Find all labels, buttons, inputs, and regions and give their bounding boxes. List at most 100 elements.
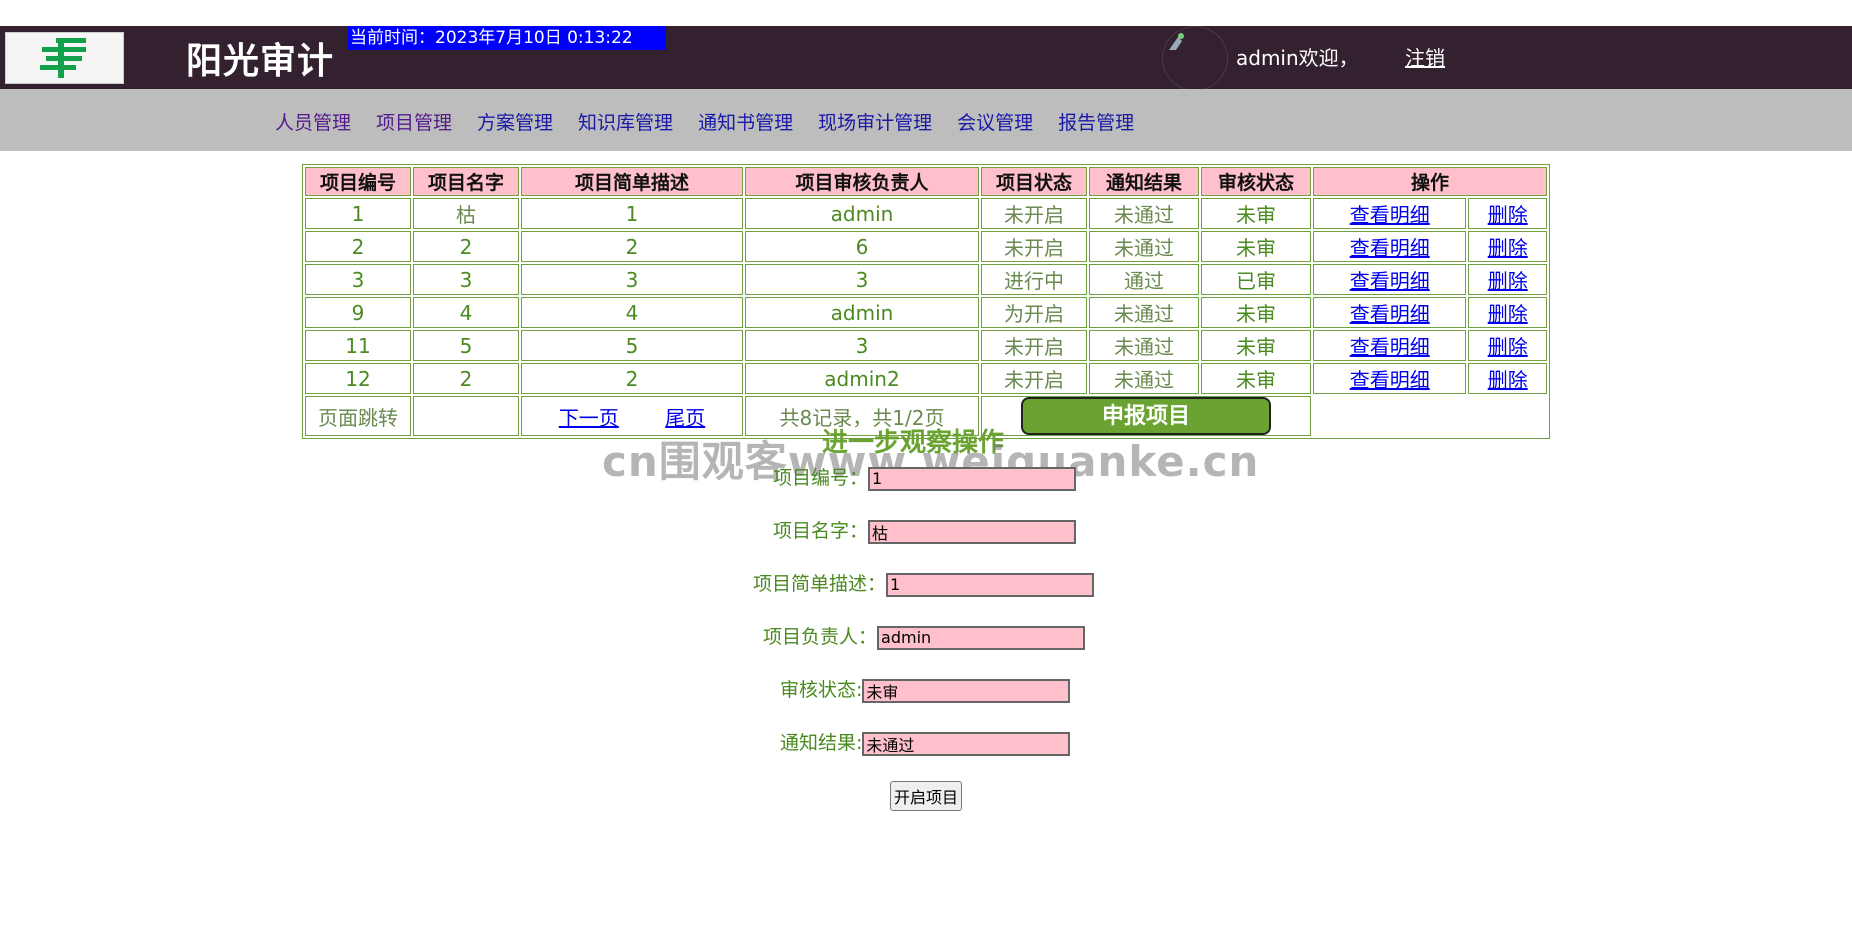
project-desc-input[interactable]: [886, 572, 1095, 597]
apply-cell: 申报项目: [981, 396, 1311, 436]
nav-item-projects[interactable]: 项目管理: [376, 108, 452, 135]
project-owner-input[interactable]: [877, 625, 1086, 650]
cell-delete: 删除: [1468, 231, 1547, 262]
logout-link[interactable]: 注销: [1405, 46, 1445, 70]
table-row: 3 3 3 3 进行中 通过 已审 查看明细 删除: [305, 264, 1547, 295]
view-detail-link[interactable]: 查看明细: [1350, 302, 1430, 326]
cell-audit: 未审: [1201, 231, 1311, 262]
project-name-input[interactable]: [868, 519, 1077, 544]
welcome-text: admin欢迎，: [1236, 46, 1359, 70]
cell-notice: 未通过: [1089, 330, 1199, 361]
cell-view: 查看明细: [1313, 264, 1467, 295]
pager-blank: [1313, 396, 1547, 436]
cell-status: 未开启: [981, 198, 1087, 229]
cell-delete: 删除: [1468, 330, 1547, 361]
cell-id: 12: [305, 363, 411, 394]
cell-owner: admin: [745, 297, 979, 328]
project-table: 项目编号 项目名字 项目简单描述 项目审核负责人 项目状态 通知结果 审核状态 …: [302, 164, 1550, 439]
col-header-status: 项目状态: [981, 167, 1087, 196]
nav-item-reports[interactable]: 报告管理: [1058, 108, 1134, 135]
nav-item-onsite-audit[interactable]: 现场审计管理: [818, 108, 932, 135]
user-area: admin欢迎， 注销: [1236, 42, 1445, 71]
cell-desc: 1: [521, 198, 743, 229]
col-header-notice: 通知结果: [1089, 167, 1199, 196]
col-header-actions: 操作: [1313, 167, 1547, 196]
apply-project-button[interactable]: 申报项目: [1021, 397, 1271, 435]
cell-owner: 3: [745, 330, 979, 361]
cell-audit: 未审: [1201, 330, 1311, 361]
cell-status: 进行中: [981, 264, 1087, 295]
delete-link[interactable]: 删除: [1488, 236, 1528, 260]
cell-id: 3: [305, 264, 411, 295]
cell-status: 未开启: [981, 330, 1087, 361]
col-header-id: 项目编号: [305, 167, 411, 196]
form-row-notice: 通知结果:: [780, 728, 1071, 756]
form-row-owner: 项目负责人：: [763, 622, 1086, 650]
col-header-name: 项目名字: [413, 167, 519, 196]
cell-name: 5: [413, 330, 519, 361]
cell-id: 1: [305, 198, 411, 229]
view-detail-link[interactable]: 查看明细: [1350, 203, 1430, 227]
delete-link[interactable]: 删除: [1488, 335, 1528, 359]
cell-owner: admin: [745, 198, 979, 229]
table-row: 12 2 2 admin2 未开启 未通过 未审 查看明细 删除: [305, 363, 1547, 394]
last-page-link[interactable]: 尾页: [665, 406, 705, 430]
cell-notice: 通过: [1089, 264, 1199, 295]
cell-delete: 删除: [1468, 264, 1547, 295]
cell-audit: 未审: [1201, 198, 1311, 229]
cell-audit: 已审: [1201, 264, 1311, 295]
view-detail-link[interactable]: 查看明细: [1350, 335, 1430, 359]
cell-notice: 未通过: [1089, 363, 1199, 394]
view-detail-link[interactable]: 查看明细: [1350, 236, 1430, 260]
cell-desc: 5: [521, 330, 743, 361]
pager-empty-cell: [413, 396, 519, 436]
cell-name: 4: [413, 297, 519, 328]
view-detail-link[interactable]: 查看明细: [1350, 368, 1430, 392]
table-row: 11 5 5 3 未开启 未通过 未审 查看明细 删除: [305, 330, 1547, 361]
cell-id: 2: [305, 231, 411, 262]
cell-delete: 删除: [1468, 297, 1547, 328]
delete-link[interactable]: 删除: [1488, 302, 1528, 326]
table-header-row: 项目编号 项目名字 项目简单描述 项目审核负责人 项目状态 通知结果 审核状态 …: [305, 167, 1547, 196]
app-title: 阳光审计: [186, 41, 335, 82]
cell-notice: 未通过: [1089, 198, 1199, 229]
cell-desc: 2: [521, 231, 743, 262]
post-logo-icon: [40, 38, 86, 78]
nav-item-personnel[interactable]: 人员管理: [275, 108, 351, 135]
col-header-audit: 审核状态: [1201, 167, 1311, 196]
cell-view: 查看明细: [1313, 330, 1467, 361]
nav-item-meetings[interactable]: 会议管理: [957, 108, 1033, 135]
project-id-input[interactable]: [868, 466, 1077, 491]
col-header-desc: 项目简单描述: [521, 167, 743, 196]
view-detail-link[interactable]: 查看明细: [1350, 269, 1430, 293]
cell-name: 2: [413, 231, 519, 262]
notice-result-input[interactable]: [862, 731, 1071, 756]
cell-status: 未开启: [981, 231, 1087, 262]
start-project-button[interactable]: 开启项目: [890, 781, 963, 811]
form-row-desc: 项目简单描述：: [753, 569, 1095, 597]
delete-link[interactable]: 删除: [1488, 269, 1528, 293]
cell-audit: 未审: [1201, 363, 1311, 394]
nav-item-plans[interactable]: 方案管理: [477, 108, 553, 135]
label-project-owner: 项目负责人：: [763, 626, 878, 648]
cell-status: 为开启: [981, 297, 1087, 328]
cell-delete: 删除: [1468, 198, 1547, 229]
cell-view: 查看明细: [1313, 297, 1467, 328]
delete-link[interactable]: 删除: [1488, 203, 1528, 227]
cell-audit: 未审: [1201, 297, 1311, 328]
cell-delete: 删除: [1468, 363, 1547, 394]
cell-notice: 未通过: [1089, 231, 1199, 262]
pager-links: 下一页 尾页: [521, 396, 743, 436]
delete-link[interactable]: 删除: [1488, 368, 1528, 392]
col-header-owner: 项目审核负责人: [745, 167, 979, 196]
next-page-link[interactable]: 下一页: [559, 406, 619, 430]
nav-item-notices[interactable]: 通知书管理: [698, 108, 793, 135]
browser-top-strip: [0, 0, 1852, 27]
current-time: 当前时间：2023年7月10日 0:13:22: [348, 26, 666, 50]
audit-status-input[interactable]: [862, 678, 1071, 703]
nav-item-knowledge[interactable]: 知识库管理: [578, 108, 673, 135]
avatar[interactable]: [1162, 26, 1228, 91]
label-notice-result: 通知结果:: [780, 732, 863, 754]
section-title: 进一步观察操作: [822, 428, 1005, 458]
table-row: 1 枯 1 admin 未开启 未通过 未审 查看明细 删除: [305, 198, 1547, 229]
